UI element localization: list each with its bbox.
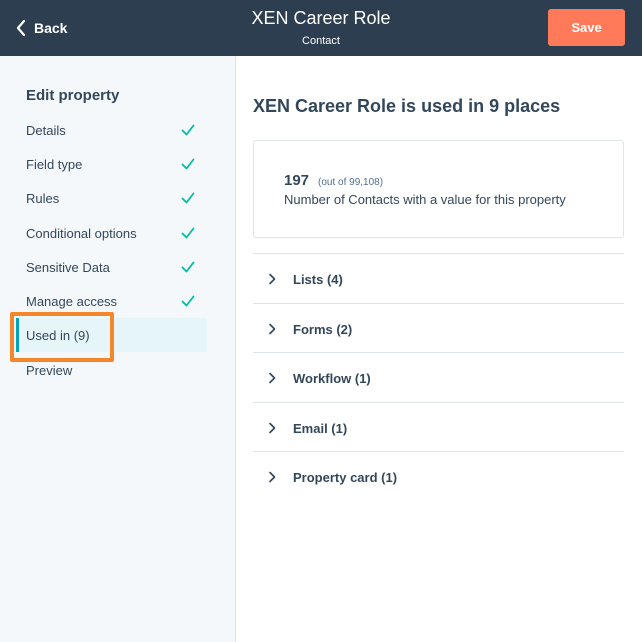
section-property-card[interactable]: Property card (1) <box>253 451 624 501</box>
chevron-right-icon <box>269 471 276 483</box>
chevron-right-icon <box>269 372 276 384</box>
section-label: Email (1) <box>293 421 348 436</box>
section-lists[interactable]: Lists (4) <box>253 253 624 303</box>
chevron-right-icon <box>269 323 276 335</box>
section-label: Forms (2) <box>293 322 353 337</box>
sidebar-item-rules[interactable]: Rules <box>16 181 207 215</box>
usage-heading: XEN Career Role is used in 9 places <box>253 96 561 116</box>
check-icon <box>181 158 195 170</box>
main-panel: XEN Career Role is used in 9 places 197 … <box>237 56 642 642</box>
record-count-card: 197 (out of 99,108) Number of Contacts w… <box>253 140 624 238</box>
sidebar-item-field-type[interactable]: Field type <box>16 147 207 181</box>
sidebar-item-label: Manage access <box>26 293 118 309</box>
sidebar-item-label: Field type <box>26 156 83 172</box>
section-label: Property card (1) <box>293 470 398 485</box>
section-forms[interactable]: Forms (2) <box>253 303 624 353</box>
sidebar-item-details[interactable]: Details <box>16 113 207 147</box>
save-button[interactable]: Save <box>548 9 625 46</box>
sidebar-item-conditional-options[interactable]: Conditional options <box>16 216 207 250</box>
sidebar-item-sensitive-data[interactable]: Sensitive Data <box>16 250 207 284</box>
top-header: Back XEN Career Role Contact Save <box>0 0 642 56</box>
section-email[interactable]: Email (1) <box>253 402 624 452</box>
check-icon <box>181 192 195 204</box>
sidebar-item-label: Preview <box>26 362 73 378</box>
check-icon <box>181 227 195 239</box>
chevron-right-icon <box>269 273 276 285</box>
sidebar-item-manage-access[interactable]: Manage access <box>16 284 207 318</box>
check-icon <box>181 124 195 136</box>
sidebar-item-label: Conditional options <box>26 225 137 241</box>
section-label: Lists (4) <box>293 272 343 287</box>
record-total: (out of 99,108) <box>318 177 384 188</box>
sidebar-heading: Edit property <box>26 87 120 104</box>
sidebar-item-label: Used in (9) <box>26 327 90 343</box>
sidebar-item-label: Rules <box>26 190 60 206</box>
sidebar-item-label: Details <box>26 122 66 138</box>
check-icon <box>181 295 195 307</box>
sidebar-item-used-in[interactable]: Used in (9) <box>16 318 207 352</box>
record-count: 197 <box>284 172 310 189</box>
page-title: XEN Career Role <box>251 8 391 28</box>
sidebar-item-preview[interactable]: Preview <box>16 353 207 387</box>
object-type-label: Contact <box>302 35 340 47</box>
chevron-right-icon <box>269 422 276 434</box>
sidebar-item-label: Sensitive Data <box>26 259 110 275</box>
check-icon <box>181 261 195 273</box>
sidebar: Edit property Details Field type Rules C… <box>0 56 236 642</box>
section-workflow[interactable]: Workflow (1) <box>253 352 624 402</box>
record-count-description: Number of Contacts with a value for this… <box>284 192 566 207</box>
header-title-group: XEN Career Role Contact <box>0 7 642 48</box>
stat-line: 197 (out of 99,108) <box>284 172 383 189</box>
section-label: Workflow (1) <box>293 371 371 386</box>
